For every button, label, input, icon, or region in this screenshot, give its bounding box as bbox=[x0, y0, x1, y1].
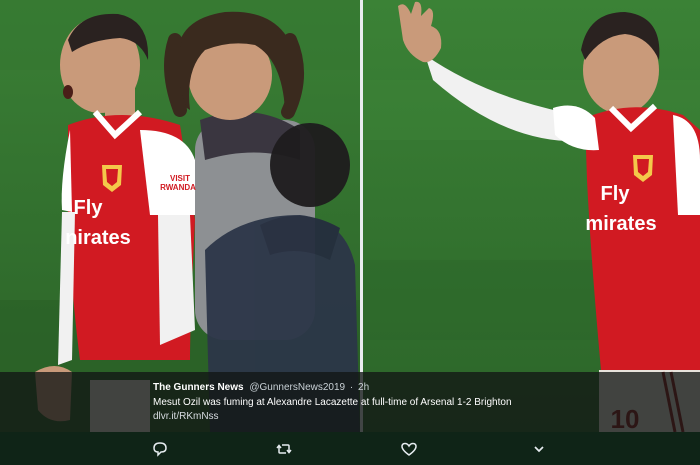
left-photo-illustration: VISIT RWANDA Fly nirates bbox=[0, 0, 360, 432]
author-name[interactable]: The Gunners News bbox=[153, 382, 244, 393]
sleeve-sponsor-line1: VISIT bbox=[170, 174, 190, 183]
more-button[interactable] bbox=[530, 440, 548, 458]
sleeve-sponsor-line2: RWANDA bbox=[160, 183, 196, 192]
tweet-link[interactable]: dlvr.it/RKmNss bbox=[153, 410, 683, 424]
retweet-button[interactable] bbox=[275, 440, 293, 458]
heart-icon bbox=[401, 442, 417, 456]
tweet-action-bar bbox=[0, 432, 700, 465]
shirt-sponsor-line1-right: Fly bbox=[601, 183, 631, 205]
tweet-text: Mesut Ozil was fuming at Alexandre Lacaz… bbox=[153, 397, 512, 408]
retweet-icon bbox=[276, 444, 292, 454]
like-button[interactable] bbox=[400, 440, 418, 458]
tweet-timestamp[interactable]: 2h bbox=[358, 382, 369, 393]
reply-button[interactable] bbox=[151, 440, 169, 458]
shirt-sponsor-line2-left: nirates bbox=[65, 227, 131, 249]
shirt-sponsor-line1-left: Fly bbox=[74, 197, 104, 219]
author-handle[interactable]: @GunnersNews2019 bbox=[249, 382, 345, 393]
separator-dot: · bbox=[349, 382, 354, 393]
tweet-content: The Gunners News @GunnersNews2019 · 2h M… bbox=[153, 381, 683, 424]
left-photo[interactable]: VISIT RWANDA Fly nirates bbox=[0, 0, 360, 432]
right-photo[interactable]: Fly mirates 10 bbox=[363, 0, 700, 432]
chevron-down-icon bbox=[534, 446, 544, 453]
tweet-header: The Gunners News @GunnersNews2019 · 2h bbox=[153, 381, 683, 395]
right-photo-illustration: Fly mirates 10 bbox=[363, 0, 700, 432]
shirt-sponsor-line2-right: mirates bbox=[585, 213, 656, 235]
tweet-caption: The Gunners News @GunnersNews2019 · 2h M… bbox=[0, 372, 700, 432]
reply-icon bbox=[153, 442, 167, 457]
